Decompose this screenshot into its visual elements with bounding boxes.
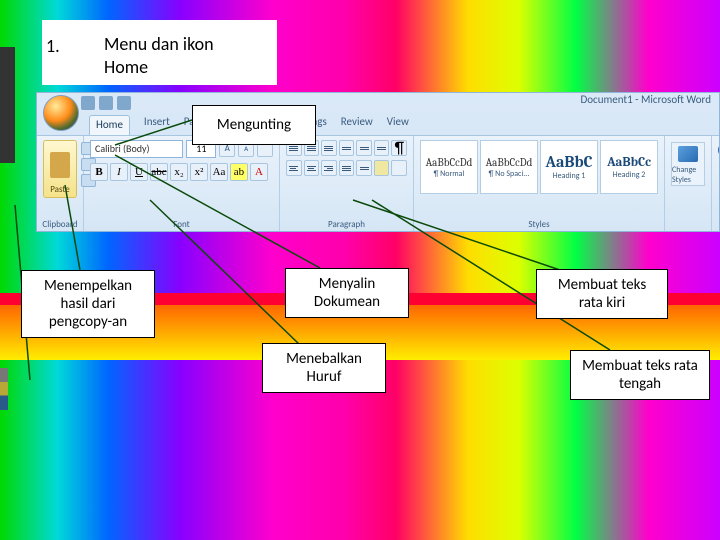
accent-bar — [0, 47, 15, 163]
group-label: Edit — [712, 219, 720, 230]
title-line: Menu dan ikon — [104, 33, 214, 55]
group-styles: AaBbCcDd ¶ Normal AaBbCcDd ¶ No Spaci...… — [414, 136, 665, 231]
line-spacing-button[interactable] — [356, 160, 372, 176]
group-label: Font — [84, 219, 279, 230]
change-case-button[interactable]: Aa — [210, 163, 228, 181]
group-change-styles: Change Styles — [665, 136, 712, 231]
multilevel-button[interactable] — [321, 140, 337, 156]
align-left-button[interactable] — [286, 160, 302, 176]
style-normal[interactable]: AaBbCcDd ¶ Normal — [420, 140, 478, 194]
undo-icon[interactable] — [99, 96, 113, 110]
callout-mengunting: Mengunting — [192, 105, 316, 145]
group-label: Styles — [414, 219, 664, 230]
tab-review[interactable]: Review — [341, 115, 373, 135]
paste-icon — [50, 152, 70, 178]
superscript-button[interactable]: x² — [190, 163, 208, 181]
style-preview: AaBbCcDd — [426, 156, 473, 169]
style-preview: AaBbCcDd — [486, 156, 533, 169]
slide-number: 1. — [46, 35, 60, 57]
group-label: Clipboard — [37, 219, 83, 230]
justify-button[interactable] — [339, 160, 355, 176]
redo-icon[interactable] — [117, 96, 131, 110]
callout-rata-kiri: Membuat teks rata kiri — [536, 269, 668, 319]
style-heading1[interactable]: AaBbC Heading 1 — [540, 140, 598, 194]
highlight-button[interactable]: ab — [230, 163, 248, 181]
change-styles-button[interactable]: Change Styles — [671, 142, 705, 186]
underline-button[interactable]: U — [130, 163, 148, 181]
callout-menyalin: Menyalin Dokumean — [285, 268, 409, 318]
shading-button[interactable] — [374, 160, 390, 176]
align-right-button[interactable] — [321, 160, 337, 176]
tab-view[interactable]: View — [387, 115, 409, 135]
font-color-button[interactable]: A — [250, 163, 268, 181]
style-label: Heading 1 — [553, 171, 586, 181]
borders-button[interactable] — [391, 160, 407, 176]
italic-button[interactable]: I — [110, 163, 128, 181]
font-name-dropdown[interactable]: Calibri (Body) — [90, 140, 183, 158]
quick-access-toolbar — [81, 96, 131, 110]
strike-button[interactable]: abc — [150, 163, 168, 181]
group-editing: Edit — [712, 136, 720, 231]
word-ribbon: Document1 - Microsoft Word Home Insert P… — [36, 92, 720, 232]
group-font: Calibri (Body) 11 A A B I U abc x₂ x² Aa… — [84, 136, 280, 231]
group-label: Paragraph — [280, 219, 413, 230]
style-label: ¶ No Spaci... — [489, 169, 530, 179]
callout-menebalkan: Menebalkan Huruf — [262, 343, 386, 393]
sort-button[interactable] — [374, 140, 390, 156]
change-styles-icon — [678, 146, 698, 162]
title-line: Home — [104, 56, 148, 78]
group-paragraph: ¶ Paragraph — [280, 136, 414, 231]
callout-menempelkan: Menempelkan hasil dari pengcopy-an — [21, 270, 155, 338]
callout-rata-tengah: Membuat teks rata tengah — [570, 350, 710, 400]
accent-bar — [0, 368, 8, 410]
paste-button[interactable]: Paste — [43, 140, 77, 198]
document-title: Document1 - Microsoft Word — [580, 93, 711, 115]
save-icon[interactable] — [81, 96, 95, 110]
ribbon-body: Paste Clipboard Calibri (Body) 11 A A B … — [37, 135, 719, 231]
tab-insert[interactable]: Insert — [144, 115, 170, 135]
bold-button[interactable]: B — [90, 163, 108, 181]
align-center-button[interactable] — [304, 160, 320, 176]
style-label: Heading 2 — [613, 170, 646, 180]
style-preview: AaBbCc — [607, 155, 651, 170]
decrease-indent-button[interactable] — [339, 140, 355, 156]
paste-label: Paste — [50, 184, 70, 195]
group-clipboard: Paste Clipboard — [37, 136, 84, 231]
style-preview: AaBbC — [546, 153, 593, 171]
style-label: ¶ Normal — [434, 169, 465, 179]
style-heading2[interactable]: AaBbCc Heading 2 — [600, 140, 658, 194]
slide-title: Menu dan ikon Home — [104, 33, 214, 78]
subscript-button[interactable]: x₂ — [170, 163, 188, 181]
style-nospacing[interactable]: AaBbCcDd ¶ No Spaci... — [480, 140, 538, 194]
increase-indent-button[interactable] — [356, 140, 372, 156]
show-marks-button[interactable]: ¶ — [391, 140, 407, 156]
tab-home[interactable]: Home — [89, 115, 130, 135]
change-styles-label: Change Styles — [672, 165, 704, 185]
